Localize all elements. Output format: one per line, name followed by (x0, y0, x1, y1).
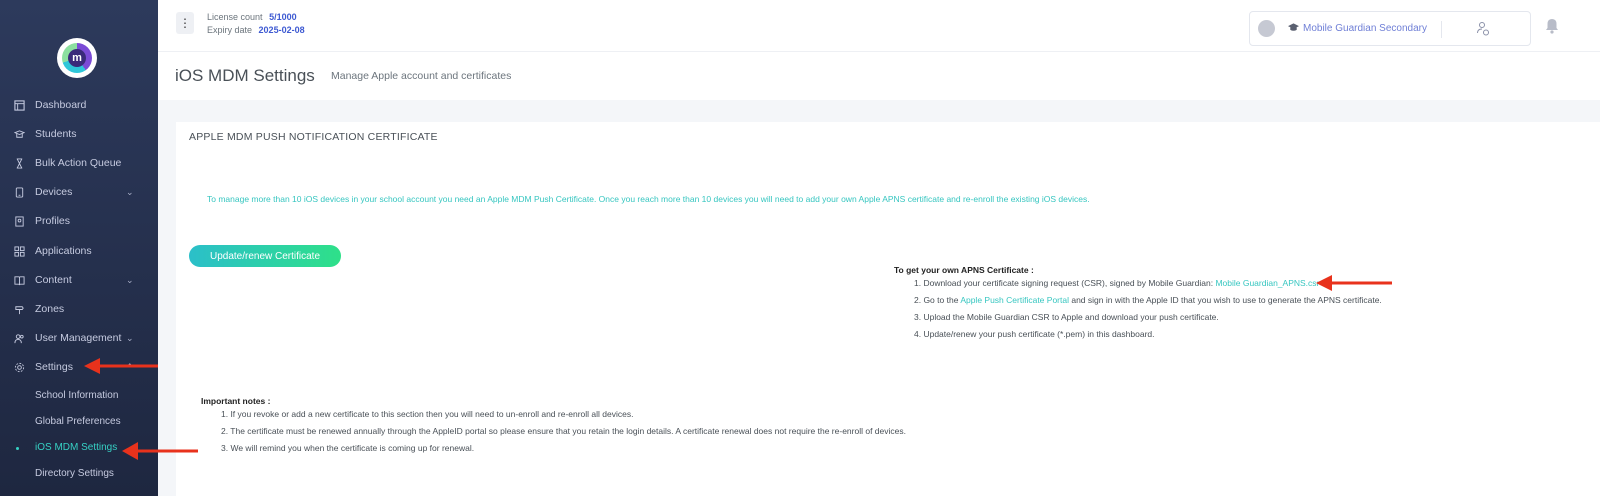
sidebar-item-label: Bulk Action Queue (35, 157, 122, 169)
step-text: 2. Go to the (914, 295, 961, 305)
device-icon (15, 186, 24, 198)
sidebar-item-label: Content (35, 274, 72, 286)
zones-icon (15, 305, 24, 314)
sidebar-item-label: Students (35, 128, 77, 140)
step-text: 1. Download your certificate signing req… (914, 278, 1216, 288)
sidebar-item-label: Zones (35, 303, 65, 315)
intro-text: To manage more than 10 iOS devices in yo… (207, 194, 1090, 204)
grid-icon (14, 245, 25, 257)
sidebar-item-bulk-action-queue[interactable]: Bulk Action Queue (0, 152, 158, 174)
school-selector[interactable]: Mobile Guardian Secondary (1249, 11, 1531, 46)
sidebar-item-label: Settings (35, 361, 73, 373)
apple-push-portal-link[interactable]: Apple Push Certificate Portal (960, 295, 1069, 305)
bell-icon[interactable] (1545, 18, 1559, 34)
sidebar-item-dashboard[interactable]: Dashboard (0, 94, 158, 116)
annotation-arrow (122, 442, 198, 460)
license-count-row: License count 5/1000 (207, 11, 305, 24)
sidebar-item-label: Dashboard (35, 99, 87, 111)
sidebar-item-label: User Management (35, 332, 122, 344)
divider (1441, 21, 1442, 38)
expiry-date-label: Expiry date (207, 25, 253, 35)
download-csr-link[interactable]: Mobile Guardian_APNS.csr (1215, 278, 1319, 288)
sidebar-item-students[interactable]: Students (0, 123, 158, 145)
sidebar-subitem-school-information[interactable]: School Information (35, 390, 118, 401)
chevron-down-icon: ⌄ (126, 274, 134, 285)
sidebar-item-label: Applications (35, 245, 92, 257)
important-notes-list: 1. If you revoke or add a new certificat… (221, 409, 906, 460)
sidebar-subitem-ios-mdm-settings[interactable]: iOS MDM Settings (35, 442, 117, 453)
sidebar-item-content[interactable]: Content ⌄ (0, 269, 158, 291)
license-count-value: 5/1000 (269, 12, 297, 22)
kebab-menu-button[interactable]: ⋮ (176, 12, 194, 34)
logo-letter: m (68, 49, 86, 67)
content-icon (14, 275, 25, 285)
annotation-arrow (84, 358, 158, 374)
switch-user-icon[interactable] (1476, 21, 1490, 37)
page-subtitle: Manage Apple account and certificates (331, 70, 512, 82)
expiry-date-row: Expiry date 2025-02-08 (207, 24, 305, 37)
card-title: APPLE MDM PUSH NOTIFICATION CERTIFICATE (189, 131, 438, 143)
top-bar: ⋮ License count 5/1000 Expiry date 2025-… (158, 0, 1600, 52)
users-icon (14, 333, 24, 343)
profiles-icon (15, 215, 24, 227)
page-header: iOS MDM Settings Manage Apple account an… (158, 52, 1600, 100)
mobile-guardian-logo[interactable]: m (57, 38, 97, 78)
sidebar-item-user-management[interactable]: User Management ⌄ (0, 327, 158, 349)
list-item: 1. If you revoke or add a new certificat… (221, 409, 634, 419)
sidebar-item-zones[interactable]: Zones (0, 298, 158, 320)
list-item: 2. Go to the Apple Push Certificate Port… (914, 295, 1382, 312)
sidebar: m Dashboard Students Bulk Action Queue D… (0, 0, 158, 496)
apns-certificate-card: APPLE MDM PUSH NOTIFICATION CERTIFICATE … (176, 122, 1600, 496)
sidebar-item-devices[interactable]: Devices ⌄ (0, 181, 158, 203)
expiry-date-value: 2025-02-08 (258, 25, 305, 35)
sidebar-subitem-global-preferences[interactable]: Global Preferences (35, 416, 121, 427)
active-bullet (16, 447, 19, 450)
chevron-down-icon: ⌄ (126, 332, 134, 343)
dashboard-icon (14, 99, 25, 111)
gear-icon (14, 362, 25, 372)
page-title: iOS MDM Settings (175, 66, 315, 85)
apns-heading: To get your own APNS Certificate : (894, 265, 1034, 275)
apns-steps-list: 1. Download your certificate signing req… (914, 278, 1382, 346)
sidebar-item-label: Devices (35, 186, 73, 198)
annotation-arrow (1316, 275, 1392, 291)
sidebar-item-label: Profiles (35, 215, 71, 227)
list-item: 1. Download your certificate signing req… (914, 278, 1382, 295)
sidebar-item-applications[interactable]: Applications (0, 240, 158, 262)
chevron-down-icon: ⌄ (126, 186, 134, 197)
license-info: License count 5/1000 Expiry date 2025-02… (207, 11, 305, 37)
sidebar-subitem-directory-settings[interactable]: Directory Settings (35, 468, 114, 479)
list-item: 3. We will remind you when the certifica… (221, 443, 475, 453)
list-item: 2. The certificate must be renewed annua… (221, 426, 906, 436)
logo-ring: m (62, 43, 92, 73)
list-item: 3. Upload the Mobile Guardian CSR to App… (914, 312, 1219, 322)
important-notes-heading: Important notes : (201, 396, 271, 406)
license-count-label: License count (207, 12, 263, 22)
avatar[interactable] (1258, 20, 1275, 37)
school-name: Mobile Guardian Secondary (1303, 23, 1427, 34)
hourglass-icon (16, 157, 23, 169)
step-text: and sign in with the Apple ID that you w… (1068, 295, 1382, 305)
graduation-cap-icon (1288, 23, 1299, 31)
list-item: 4. Update/renew your push certificate (*… (914, 329, 1155, 339)
update-renew-certificate-button[interactable]: Update/renew Certificate (189, 245, 341, 267)
students-icon (14, 129, 25, 138)
sidebar-item-profiles[interactable]: Profiles (0, 210, 158, 232)
